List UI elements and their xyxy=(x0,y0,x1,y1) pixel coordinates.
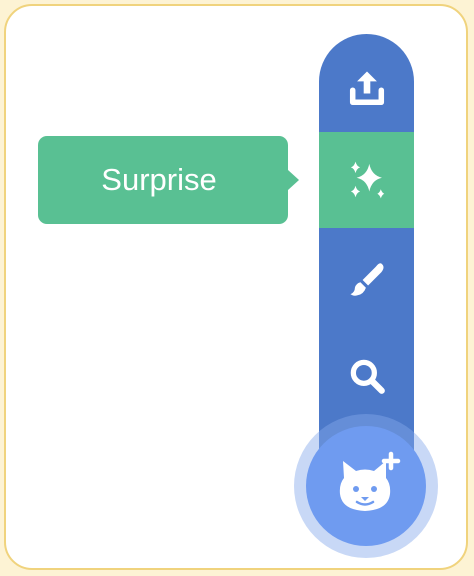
upload-icon xyxy=(349,71,384,106)
paint-sprite-button[interactable] xyxy=(319,232,414,328)
search-icon xyxy=(350,359,385,394)
paintbrush-icon xyxy=(350,263,383,296)
tooltip-label: Surprise xyxy=(101,162,217,197)
choose-sprite-button[interactable] xyxy=(306,426,426,546)
cat-add-icon xyxy=(339,451,401,511)
sparkles-icon xyxy=(350,161,384,199)
upload-sprite-button[interactable] xyxy=(319,44,414,132)
search-sprite-button[interactable] xyxy=(319,330,414,422)
surprise-tooltip: Surprise xyxy=(38,136,299,224)
surprise-sprite-button[interactable] xyxy=(319,132,414,228)
